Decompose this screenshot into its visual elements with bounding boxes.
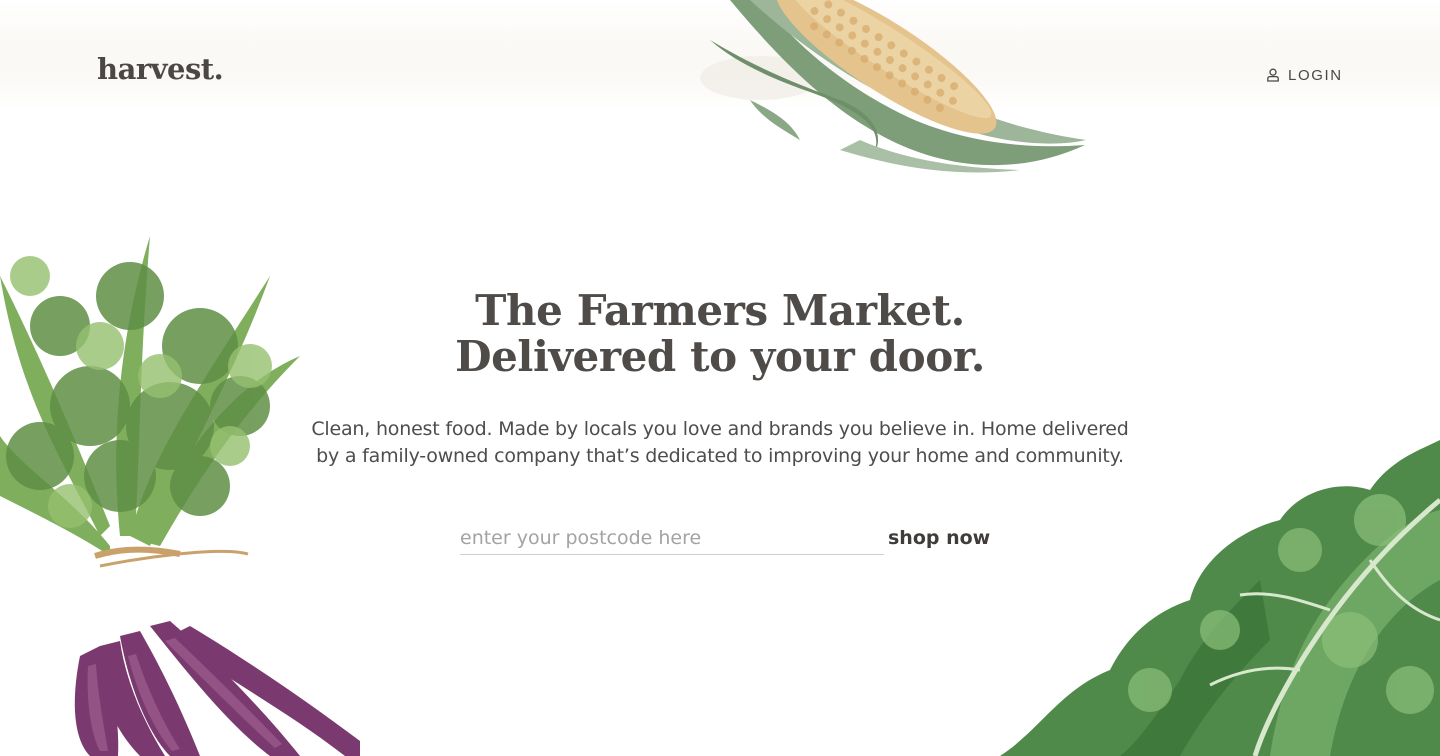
hero-description-line-2: by a family-owned company that’s dedicat… [316,445,1124,467]
login-button[interactable]: LOGIN [1266,64,1343,86]
corn-illustration [700,0,1086,173]
hero-title-line-2: Delivered to your door. [455,332,985,381]
shop-now-button[interactable]: shop now [886,522,992,554]
hero-description: Clean, honest food. Made by locals you l… [300,416,1140,470]
hero-title-line-1: The Farmers Market. [475,286,965,335]
login-label: LOGIN [1288,66,1343,84]
user-icon [1267,68,1279,82]
hero-description-line-1: Clean, honest food. Made by locals you l… [311,418,1129,440]
hero-title: The Farmers Market. Delivered to your do… [0,288,1440,380]
brand-logo[interactable]: harvest. [97,52,224,86]
postcode-input[interactable] [460,522,884,555]
kale-illustration [1000,440,1440,756]
